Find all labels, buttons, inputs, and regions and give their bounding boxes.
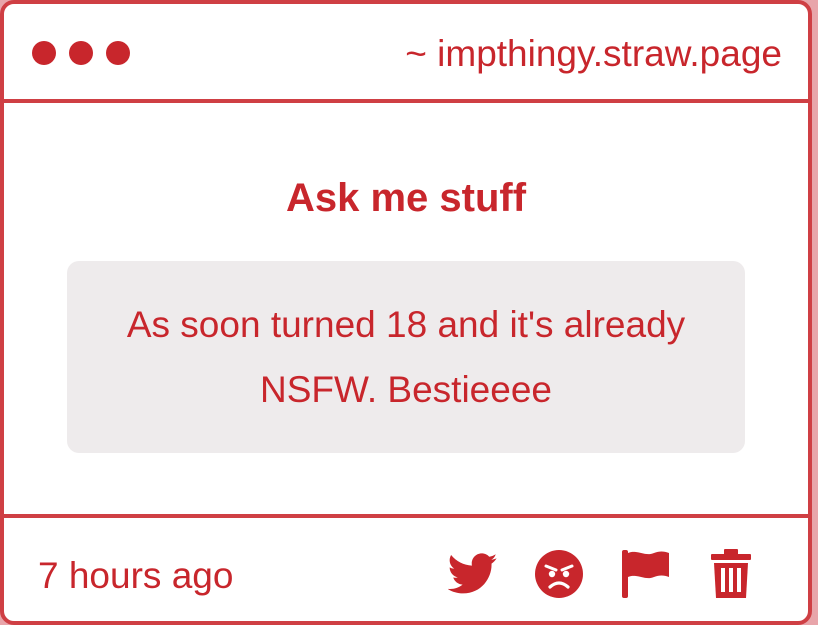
- card-footer: 7 hours ago: [4, 514, 808, 621]
- window-dot-3: [106, 41, 130, 65]
- timestamp: 7 hours ago: [38, 555, 234, 596]
- window-header: ~ impthingy.straw.page: [4, 4, 808, 103]
- site-domain[interactable]: ~ impthingy.straw.page: [405, 32, 782, 76]
- message-text: As soon turned 18 and it's already NSFW.…: [126, 304, 686, 410]
- page-title: Ask me stuff: [285, 176, 527, 220]
- angry-face-icon[interactable]: [532, 547, 586, 601]
- action-icons: [446, 547, 758, 601]
- window-dot-1: [32, 41, 56, 65]
- twitter-icon[interactable]: [446, 547, 500, 601]
- ask-card: ~ impthingy.straw.page Ask me stuff As s…: [0, 0, 812, 625]
- flag-icon[interactable]: [618, 547, 672, 601]
- window-dot-2: [69, 41, 93, 65]
- trash-icon[interactable]: [704, 547, 758, 601]
- message-bubble: As soon turned 18 and it's already NSFW.…: [67, 261, 745, 453]
- window-dots: [32, 41, 130, 65]
